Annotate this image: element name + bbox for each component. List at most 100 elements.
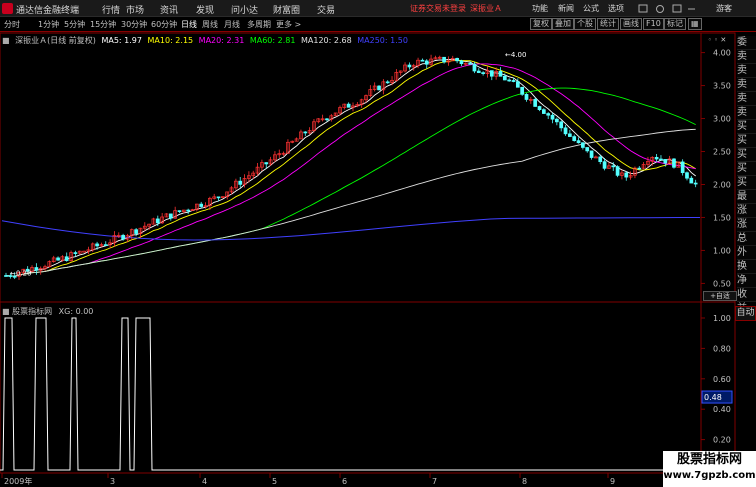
right-panel-label[interactable]: 买五 [737,176,756,202]
auto-fit-button[interactable]: +自适 [703,291,737,301]
indicator-tick-label: 1.00 [713,314,731,323]
indicator-legend: ■ 股票指标网 XG: 0.00 [2,306,93,317]
candle-body [520,86,525,95]
date-label: 4 [202,477,207,486]
candle-body [468,62,472,65]
legend-ma60: MA60: 2.81 [249,36,296,45]
candle-body [407,64,412,68]
candle-body [533,98,538,107]
candle-body [238,180,243,185]
ma-line [5,58,696,277]
watermark-title: 股票指标网 [676,452,742,467]
candle-body [424,60,429,65]
right-panel-label[interactable]: 收益 [737,288,756,314]
right-panel-label[interactable]: 买三 [737,148,756,174]
price-tick-label: 4.00 [713,49,731,58]
candle-body [481,72,485,74]
price-chart[interactable]: 4.00 3.50 3.00 2.50 2.00 1.50 1.00 0.50 ←4.00 ←0.… [0,0,756,487]
price-tick-label: 1.00 [713,246,731,255]
candle-body [103,244,108,246]
candle-body [663,159,668,164]
right-panel-label[interactable]: 净资 [737,274,756,300]
right-panel-label[interactable]: 卖二 [737,92,756,118]
right-panel-label[interactable]: 总量 [737,232,756,258]
candle-body [177,210,182,213]
candle-body [537,106,542,111]
candle-body [4,275,8,277]
candle-body [56,257,60,261]
candle-body [216,196,221,199]
price-tick-label: 2.00 [713,180,731,189]
candle-body [689,177,694,184]
right-panel-label[interactable]: 外盘 [737,246,756,272]
price-tick-label: 0.50 [713,279,731,288]
candle-body [576,140,581,144]
indicator-tick-label: 0.60 [713,375,731,384]
candle-body [455,57,459,62]
candle-body [624,172,629,178]
low-price-label: ←0.20 [10,269,31,277]
legend-title: 深振业Ａ(日线 前复权) [15,36,96,45]
candle-body [572,136,577,141]
auto-label[interactable]: 自动 [735,306,756,321]
candle-body [515,81,520,88]
candle-body [498,70,503,77]
right-panel-label[interactable]: 卖四 [737,64,756,90]
current-value-label: 0.48 [704,393,722,402]
candle-body [672,158,676,168]
right-panel-label[interactable]: 买一 [737,120,756,146]
candle-body [602,161,607,169]
candle-body [82,250,86,253]
candle-body [199,203,204,207]
candle-body [168,213,173,219]
candle-body [325,118,329,121]
chart-legend: ■ 深振业Ａ(日线 前复权) MA5: 1.97 MA10: 2.15 MA20… [2,35,411,45]
watermark-url: www.7gpzb.com [663,470,756,481]
ma250-line [1,217,700,241]
candle-body [303,131,308,134]
right-panel-label[interactable]: 买二 [737,134,756,160]
candle-body [659,158,663,161]
right-panel-label[interactable]: 卖三 [737,78,756,104]
chart-corner-icons[interactable]: ◦ ◦ ✕ [704,36,730,46]
candle-body [73,252,78,254]
candle-body [346,103,351,108]
indicator-tick-label: 0.40 [713,405,731,414]
right-panel-label[interactable]: 委比 [737,36,756,62]
candle-body [611,165,616,168]
price-tick-label: 2.50 [713,148,731,157]
date-label: 7 [432,477,437,486]
legend-ma5: MA5: 1.97 [101,36,142,45]
candle-body [472,63,477,72]
candle-body [442,56,446,63]
right-panel-label[interactable]: 卖五 [737,50,756,76]
right-panel-label[interactable]: 卖一 [737,106,756,132]
candle-body [550,114,555,120]
candle-body [95,243,99,247]
right-panel-label[interactable]: 涨跌 [737,204,756,230]
candle-body [420,59,425,62]
candle-body [546,113,551,116]
date-label: 2009年 [4,476,32,486]
candle-body [134,229,138,234]
legend-ma120: MA120: 2.68 [300,36,352,45]
date-axis: 2009年 3 4 5 6 7 8 9 [1,473,615,486]
candle-body [459,60,464,65]
legend-ma10: MA10: 2.15 [147,36,194,45]
right-panel-label[interactable]: 涨幅 [737,218,756,244]
ma-line [5,59,696,277]
right-panel-label[interactable]: 最新 [737,190,756,216]
candle-body [511,80,516,82]
legend-ma20: MA20: 2.31 [198,36,245,45]
candle-body [615,166,620,176]
candle-body [637,167,642,170]
candle-body [489,70,494,77]
indicator-title: 股票指标网 [12,307,53,316]
candle-body [476,70,481,73]
price-axis: 4.00 3.50 3.00 2.50 2.00 1.50 1.00 0.50 ←4.00 ←0.… [10,49,731,289]
right-panel-label[interactable]: 换手 [737,260,756,286]
indicator-tick-label: 0.20 [713,436,731,445]
indicator-tick-label: 0.80 [713,344,731,353]
candle-body [264,162,269,165]
right-panel-label[interactable]: 买四 [737,162,756,188]
